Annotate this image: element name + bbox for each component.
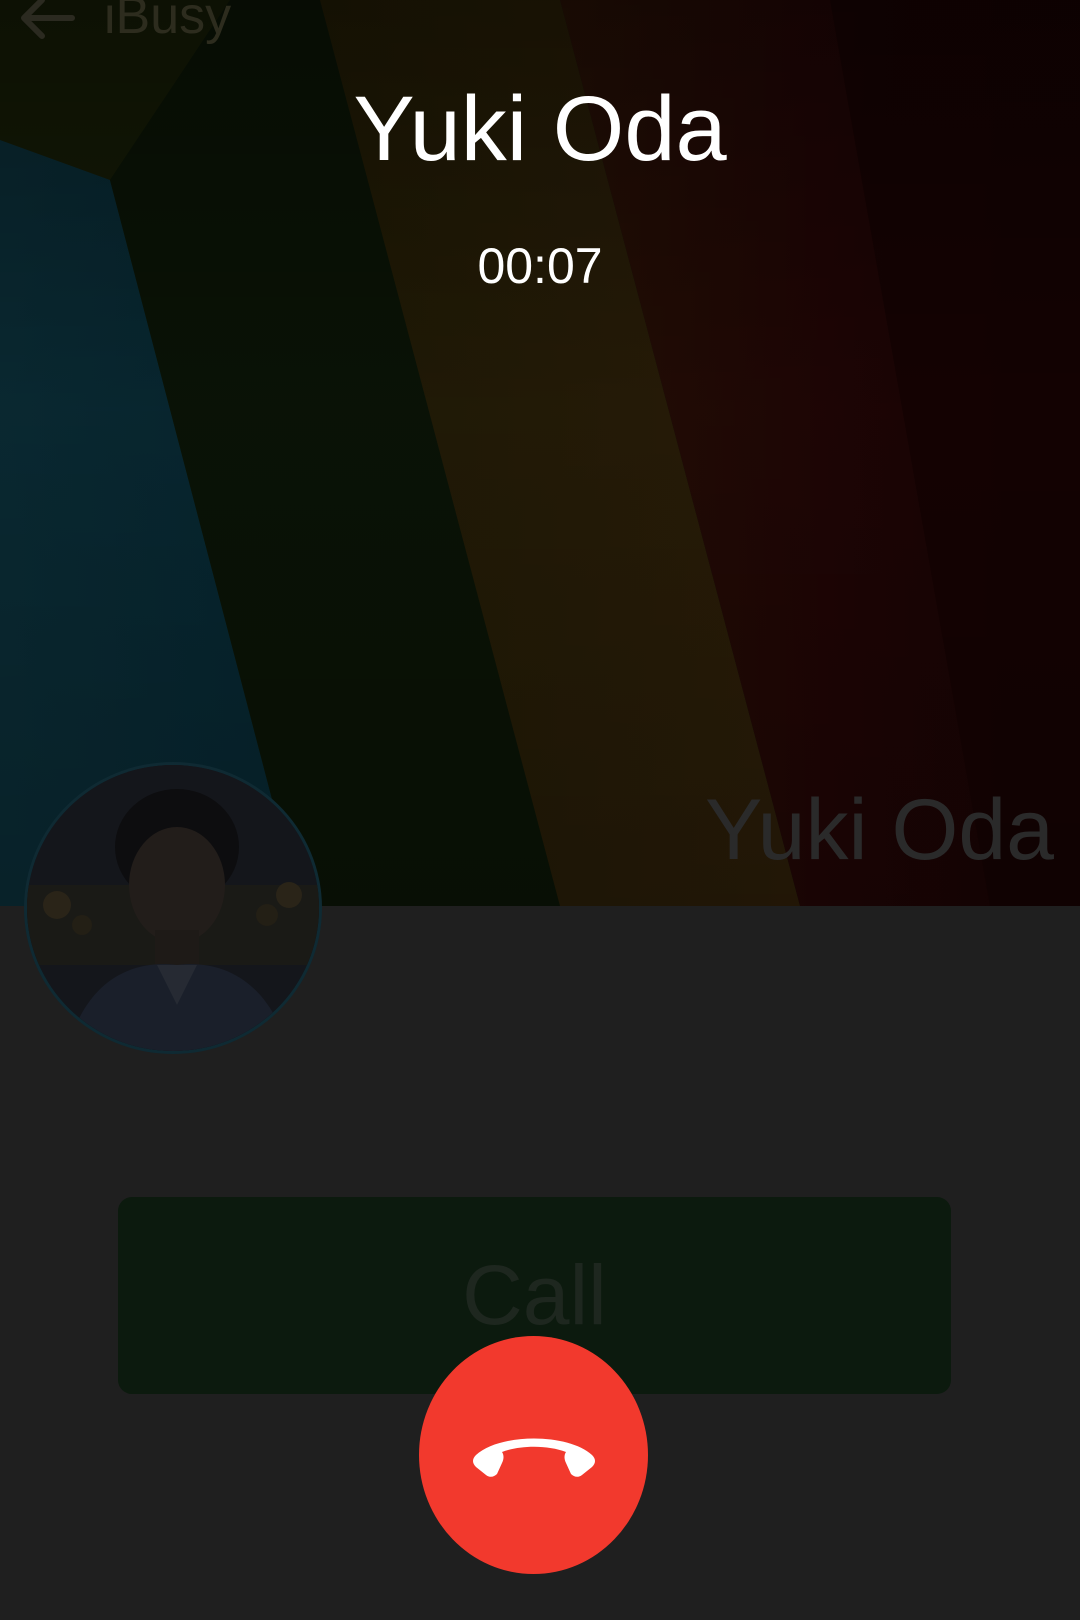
call-duration: 00:07	[477, 238, 603, 294]
phone-hangup-icon	[470, 1429, 598, 1481]
end-call-button[interactable]	[419, 1336, 648, 1574]
in-call-screen: iBusy Yuki Oda Call Yuki Oda 00:07	[0, 0, 1080, 1620]
caller-name: Yuki Oda	[353, 78, 727, 180]
in-call-overlay: Yuki Oda 00:07	[0, 0, 1080, 1620]
